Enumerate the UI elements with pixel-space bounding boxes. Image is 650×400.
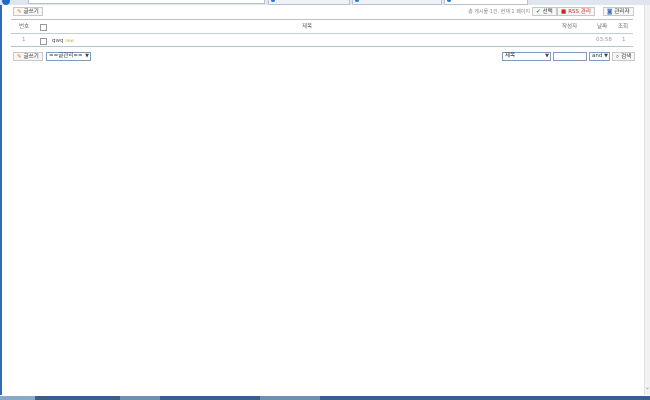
- bottom-write-button[interactable]: ✎ 글쓰기: [13, 52, 43, 61]
- address-bar[interactable]: [28, 0, 265, 4]
- col-header-writer: 작성자: [562, 24, 578, 30]
- admin-button-label: 관리자: [614, 9, 630, 15]
- rss-button-label: RSS 관리: [568, 9, 591, 15]
- tab-favicon-icon: [447, 0, 451, 2]
- pencil-icon: ✎: [17, 9, 22, 15]
- select-button[interactable]: ✔ 선택: [532, 7, 557, 16]
- select-button-label: 선택: [542, 9, 553, 15]
- browser-top-strip: [0, 0, 650, 5]
- admin-button[interactable]: ◙ 관리자: [603, 7, 634, 16]
- row-date: 03:58: [596, 37, 612, 43]
- taskbar: [0, 396, 650, 400]
- search-button-label: 검색: [621, 54, 632, 60]
- scroll-down-arrow-icon[interactable]: ⌄: [645, 385, 650, 391]
- select-all-checkbox[interactable]: [40, 24, 47, 31]
- admin-icon: ◙: [607, 9, 613, 15]
- search-field-value: 제목: [505, 53, 516, 59]
- browser-tab-active[interactable]: [444, 0, 528, 5]
- vertical-scrollbar[interactable]: ⌄: [644, 5, 650, 395]
- search-button[interactable]: ⌕ 검색: [612, 52, 636, 61]
- row-num: 1: [22, 37, 26, 43]
- manage-select[interactable]: ==글관리== ▼: [46, 52, 91, 61]
- rss-icon: ■: [561, 9, 567, 15]
- tab-favicon-icon: [355, 0, 359, 2]
- manage-select-value: ==글관리==: [49, 53, 83, 59]
- table-bottom-border: [11, 46, 633, 47]
- write-button[interactable]: ✎ 글쓰기: [13, 7, 43, 16]
- tab-favicon-icon: [271, 0, 275, 2]
- chevron-down-icon: ▼: [545, 53, 549, 59]
- col-header-num: 번호: [19, 24, 30, 30]
- browser-logo-icon: [2, 0, 10, 5]
- check-icon: ✔: [536, 9, 541, 15]
- rss-button[interactable]: ■ RSS 관리: [557, 7, 595, 16]
- row-checkbox[interactable]: [40, 38, 47, 45]
- new-badge: new: [65, 38, 74, 43]
- pencil-icon: ✎: [17, 54, 22, 60]
- search-icon: ⌕: [616, 54, 620, 60]
- row-hits: 1: [622, 37, 626, 43]
- post-count-info: 총 게시물 1건, 현재 1 페이지: [468, 9, 530, 15]
- chevron-down-icon: ▼: [604, 53, 608, 59]
- chevron-down-icon: ▼: [85, 53, 89, 59]
- write-button-label: 글쓰기: [23, 9, 39, 15]
- row-subject[interactable]: qwq: [52, 38, 63, 44]
- search-input[interactable]: [553, 52, 587, 61]
- col-header-hits: 조회: [618, 24, 629, 30]
- col-header-subject: 제목: [302, 24, 313, 30]
- row-subject-link[interactable]: qwq new: [52, 37, 74, 44]
- table-top-border: [11, 19, 633, 20]
- search-operator-value: and: [592, 53, 603, 59]
- window-left-edge: [0, 5, 2, 395]
- col-header-date: 날짜: [597, 24, 608, 30]
- search-field-select[interactable]: 제목 ▼: [502, 52, 551, 61]
- browser-tab[interactable]: [352, 0, 442, 5]
- browser-tab[interactable]: [268, 0, 350, 5]
- bottom-write-label: 글쓰기: [23, 54, 39, 60]
- table-header-divider: [11, 33, 633, 34]
- search-operator-select[interactable]: and ▼: [589, 52, 610, 61]
